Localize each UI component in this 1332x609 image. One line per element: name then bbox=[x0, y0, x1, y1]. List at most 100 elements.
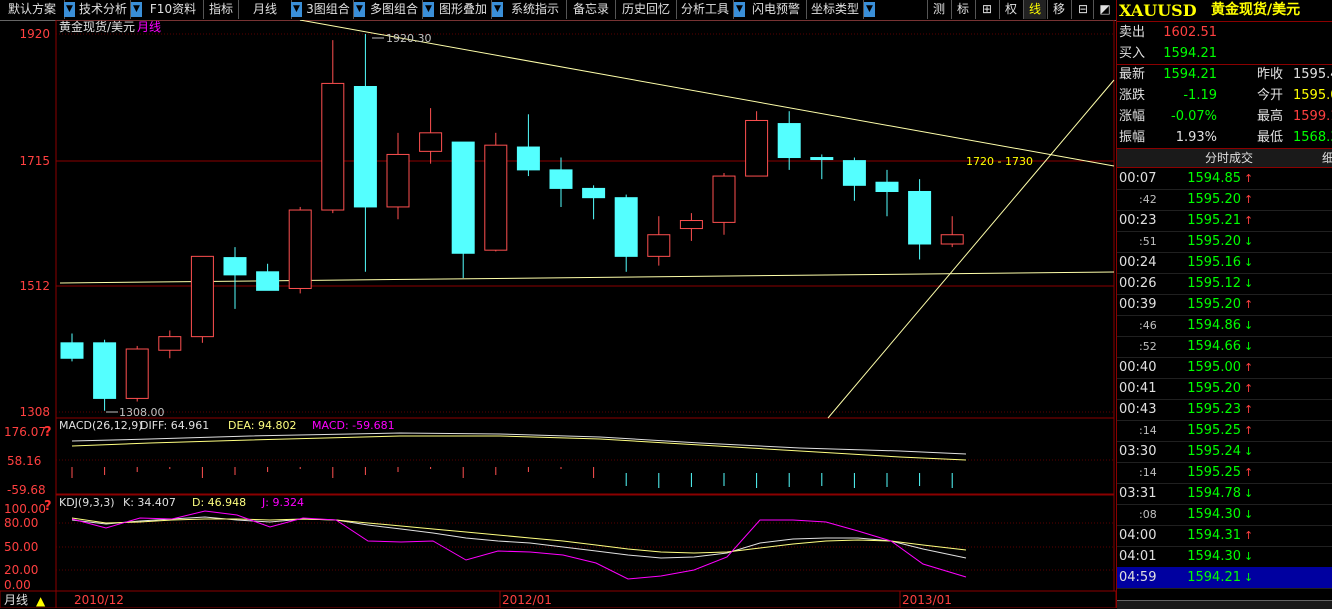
candle-body[interactable] bbox=[875, 181, 899, 192]
trades-header-label: 分时成交 bbox=[1205, 151, 1254, 165]
candle-body[interactable] bbox=[908, 191, 932, 245]
candle-body[interactable] bbox=[158, 336, 182, 351]
trade-time: :14 bbox=[1139, 466, 1157, 479]
axis-dropdown-icon[interactable]: ▼ bbox=[864, 2, 875, 17]
kdj-y-tick-80: 80.00 bbox=[4, 516, 38, 530]
candle-body[interactable] bbox=[777, 123, 801, 159]
candle-body[interactable] bbox=[745, 119, 769, 177]
candle-body[interactable] bbox=[484, 144, 508, 251]
overlay-dropdown-icon[interactable]: ▼ bbox=[492, 2, 503, 17]
trade-time: 04:59 bbox=[1119, 570, 1157, 585]
macd-histogram bbox=[71, 467, 953, 488]
toolbar-3chart[interactable]: 3图组合 bbox=[303, 0, 354, 19]
candle-body[interactable] bbox=[647, 234, 671, 257]
candle-body[interactable] bbox=[125, 348, 149, 399]
trade-row: :08 1594.30 ↓ bbox=[1117, 504, 1332, 526]
toolbar-flash-alert[interactable]: 闪电预警 bbox=[746, 0, 807, 19]
tools-dropdown-icon[interactable]: ▼ bbox=[734, 2, 745, 17]
period-dropdown-icon[interactable]: ▼ bbox=[291, 2, 302, 17]
candle-body[interactable] bbox=[516, 146, 540, 171]
bottom-period-label[interactable]: 月线 bbox=[4, 593, 28, 607]
candle-body[interactable] bbox=[321, 82, 345, 211]
up-arrow-icon: ↑ bbox=[1244, 214, 1254, 227]
trade-price: 1595.20 bbox=[1187, 234, 1241, 249]
trade-time: 00:07 bbox=[1119, 171, 1157, 186]
toolbar-axis-type[interactable]: 坐标类型 bbox=[807, 0, 864, 19]
trades-header[interactable]: 分时成交 细 bbox=[1117, 149, 1332, 168]
candle-body[interactable] bbox=[353, 86, 377, 208]
trade-time: 03:31 bbox=[1119, 486, 1157, 501]
collapse-icon[interactable]: ⊟ bbox=[1071, 0, 1094, 19]
high-value: 1599.1 bbox=[1293, 109, 1332, 124]
prev-close-label: 昨收 bbox=[1257, 67, 1284, 82]
macd-y-tick-bottom: -59.68 bbox=[7, 483, 46, 497]
kline-chart[interactable]: 1920 1715 1512 1308 黄金现货/美元 月线 1720 - 17… bbox=[0, 20, 1116, 608]
candle-body[interactable] bbox=[256, 271, 280, 291]
candle-body[interactable] bbox=[679, 220, 703, 230]
candle-body[interactable] bbox=[712, 175, 736, 223]
trade-row: 00:26 1595.12 ↓ bbox=[1117, 273, 1332, 295]
support-trendline[interactable] bbox=[59, 271, 1115, 284]
down-arrow-icon: ↓ bbox=[1244, 571, 1254, 584]
up-arrow-icon: ↑ bbox=[1244, 298, 1254, 311]
mark-button[interactable]: 标 bbox=[951, 0, 974, 19]
line-button[interactable]: 线 bbox=[1023, 0, 1046, 19]
macd-help-icon[interactable]: ? bbox=[44, 425, 52, 440]
candle-body[interactable] bbox=[810, 157, 834, 161]
trade-row: 00:43 1595.23 ↑ bbox=[1117, 399, 1332, 421]
macd-y-tick-top: 176.07 bbox=[4, 425, 46, 439]
candle-body[interactable] bbox=[614, 197, 638, 257]
candle-body[interactable] bbox=[549, 169, 573, 189]
zone-label: 1720 - 1730 bbox=[966, 155, 1033, 168]
trade-price: 1594.21 bbox=[1187, 570, 1241, 585]
down-arrow-icon: ↓ bbox=[1244, 277, 1254, 290]
toolbar-memo[interactable]: 备忘录 bbox=[567, 0, 616, 19]
rights-button[interactable]: 权 bbox=[999, 0, 1022, 19]
candle-body[interactable] bbox=[842, 160, 866, 186]
toolbar-overlay[interactable]: 图形叠加 bbox=[435, 0, 492, 19]
tech-dropdown-icon[interactable]: ▼ bbox=[131, 2, 142, 17]
trade-time: 00:43 bbox=[1119, 402, 1157, 417]
toolbar-system-signal[interactable]: 系统指示 bbox=[504, 0, 567, 19]
toolbar-indicator[interactable]: 指标 bbox=[204, 0, 239, 19]
kdj-y-tick-0: 0.00 bbox=[4, 578, 31, 592]
high-label: 最高 bbox=[1257, 109, 1284, 124]
kdj-help-icon[interactable]: ? bbox=[44, 499, 52, 514]
trades-detail-tab[interactable]: 细 bbox=[1322, 149, 1332, 167]
candle-body[interactable] bbox=[60, 342, 84, 359]
candle-body[interactable] bbox=[93, 342, 117, 399]
down-arrow-icon: ↓ bbox=[1244, 256, 1254, 269]
candles bbox=[60, 34, 964, 411]
trade-price: 1595.25 bbox=[1187, 423, 1241, 438]
candle-body[interactable] bbox=[223, 257, 247, 276]
top-toolbar: 默认方案 ▼ 技术分析 ▼ F10资料 指标 月线 ▼ 3图组合 ▼ 多图组合 … bbox=[0, 0, 1116, 21]
candle-body[interactable] bbox=[190, 255, 214, 338]
toolbar-tech-analysis[interactable]: 技术分析 bbox=[76, 0, 131, 19]
measure-button[interactable]: 测 bbox=[927, 0, 950, 19]
candle-body[interactable] bbox=[288, 209, 312, 289]
layout-icon[interactable]: ◩ bbox=[1093, 0, 1116, 19]
3chart-dropdown-icon[interactable]: ▼ bbox=[354, 2, 365, 17]
macd-y-tick-mid: 58.16 bbox=[7, 454, 41, 468]
candle-body[interactable] bbox=[940, 234, 964, 245]
scheme-dropdown-icon[interactable]: ▼ bbox=[64, 2, 75, 17]
open-label: 今开 bbox=[1257, 88, 1284, 103]
rising-trendline[interactable] bbox=[827, 79, 1115, 419]
toolbar-history[interactable]: 历史回忆 bbox=[616, 0, 677, 19]
toolbar-multichart[interactable]: 多图组合 bbox=[366, 0, 423, 19]
toolbar-period[interactable]: 月线 bbox=[239, 0, 292, 19]
period-switch-icon[interactable]: ▲ bbox=[36, 594, 46, 608]
candle-body[interactable] bbox=[419, 132, 443, 152]
toolbar-analysis-tools[interactable]: 分析工具 bbox=[677, 0, 734, 19]
move-button[interactable]: 移 bbox=[1047, 0, 1070, 19]
low-label: 最低 bbox=[1257, 130, 1284, 145]
candle-body[interactable] bbox=[582, 187, 606, 199]
candle-body[interactable] bbox=[451, 141, 475, 254]
candle-body[interactable] bbox=[386, 153, 410, 208]
toolbar-scheme[interactable]: 默认方案 bbox=[0, 0, 65, 19]
quote-panel: XAUUSD 黄金现货/美元 卖出 1602.51 买入 1594.21 最新 … bbox=[1116, 0, 1332, 609]
y-tick-1512: 1512 bbox=[19, 279, 50, 293]
multichart-dropdown-icon[interactable]: ▼ bbox=[423, 2, 434, 17]
grid-button[interactable]: ⊞ bbox=[975, 0, 998, 19]
toolbar-f10[interactable]: F10资料 bbox=[143, 0, 204, 19]
